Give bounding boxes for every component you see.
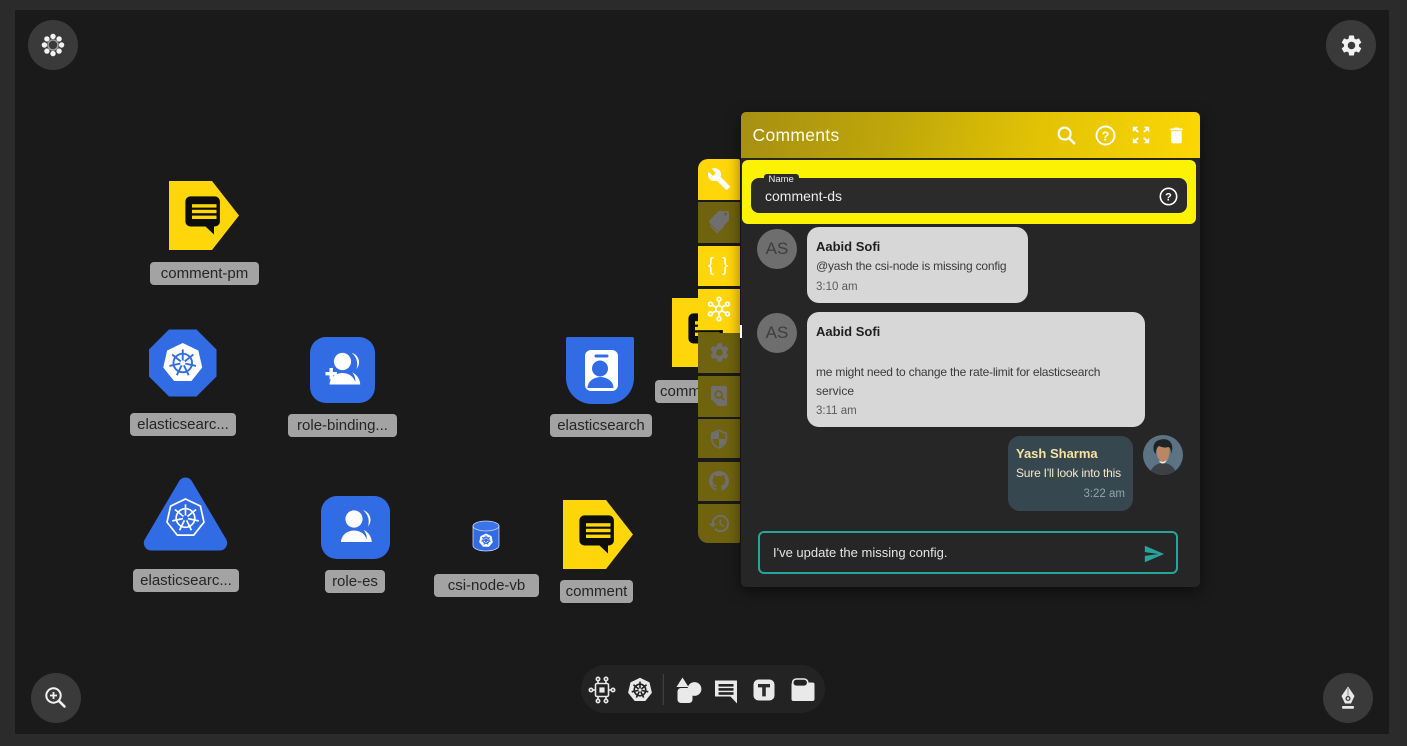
svg-text:?: ?	[1102, 129, 1110, 143]
svg-text:?: ?	[1165, 192, 1172, 204]
